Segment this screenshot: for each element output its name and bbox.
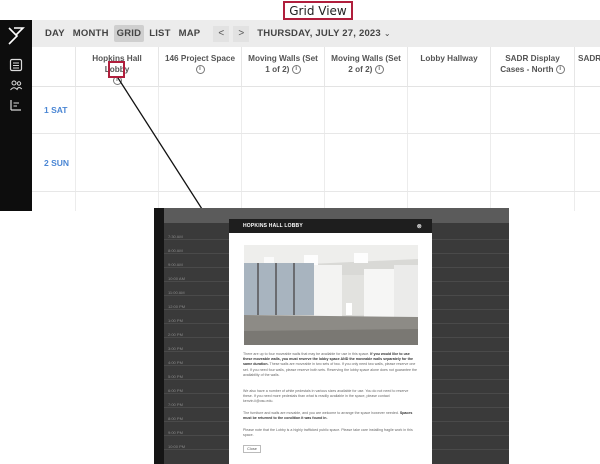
space-info-modal: HOPKINS HALL LOBBY ⊗ There are up to fou… [229, 219, 432, 464]
inset-time-label: 10:00 AM [168, 276, 185, 281]
inset-time-label: 4:00 PM [168, 360, 183, 365]
inset-time-label: 9:00 AM [168, 262, 183, 267]
modal-header: HOPKINS HALL LOBBY ⊗ [229, 219, 432, 233]
inset-time-label: 3:00 PM [168, 346, 183, 351]
inset-time-label: 9:00 PM [168, 430, 183, 435]
inset-time-label: 8:00 AM [168, 248, 183, 253]
inset-sidebar [154, 208, 164, 464]
inset-time-label: 7:30 AM [168, 234, 183, 239]
inset-screenshot: 7:30 AM 8:00 AM 9:00 AM 10:00 AM 11:00 AM 12:… [154, 208, 509, 464]
inset-time-label: 2:00 PM [168, 332, 183, 337]
modal-paragraph: Please note that the Lobby is a highly t… [243, 428, 413, 438]
modal-paragraph: We also have a number of white pedestals… [243, 389, 409, 404]
modal-text: The furniture and walls are movable, and… [243, 411, 400, 415]
inset-time-label: 11:00 AM [168, 290, 185, 295]
close-icon[interactable]: ⊗ [417, 223, 422, 230]
lobby-photo [244, 245, 418, 345]
modal-title: HOPKINS HALL LOBBY [243, 223, 303, 229]
modal-paragraph: There are up to four moveable walls that… [243, 352, 419, 378]
modal-text: There are up to four moveable walls that… [243, 352, 371, 356]
inset-time-label: 1:00 PM [168, 318, 183, 323]
inset-time-label: 10:00 PM [168, 444, 186, 449]
modal-text: These walls are moveable in two sets of … [243, 362, 418, 377]
inset-time-label: 12:00 PM [168, 304, 186, 309]
inset-time-label: 7:00 PM [168, 402, 183, 407]
close-button[interactable]: Close [243, 445, 261, 453]
modal-paragraph: The furniture and walls are movable, and… [243, 411, 419, 421]
inset-time-label: 8:00 PM [168, 416, 183, 421]
inset-time-label: 6:00 PM [168, 388, 183, 393]
inset-time-label: 5:00 PM [168, 374, 183, 379]
